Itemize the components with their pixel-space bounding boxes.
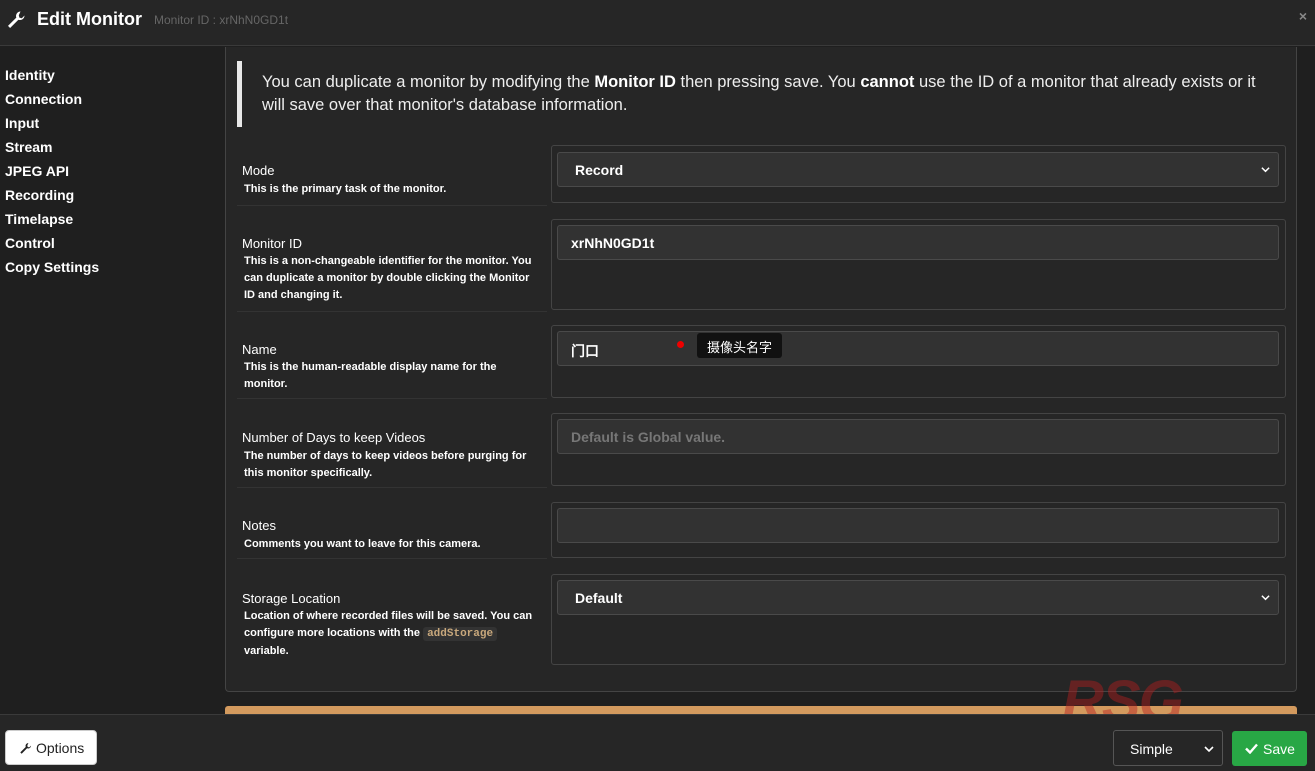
monitor-id-desc: This is a non-changeable identifier for …	[244, 255, 532, 301]
notes-row: Notes Comments you want to leave for thi…	[237, 502, 1286, 559]
storage-desc-text: variable.	[244, 645, 289, 657]
storage-label: Storage Location	[242, 591, 341, 606]
storage-select[interactable]: Default	[557, 580, 1279, 615]
modal-header: Edit Monitor Monitor ID : xrNhN0GD1t ×	[0, 0, 1315, 46]
divider	[237, 487, 547, 488]
mode-row: Mode This is the primary task of the mon…	[237, 145, 1286, 205]
options-button[interactable]: Options	[5, 730, 97, 765]
wrench-icon	[8, 11, 25, 28]
wrench-icon	[20, 742, 32, 754]
duplicate-notice: You can duplicate a monitor by modifying…	[237, 61, 1277, 127]
sidebar-item-copy-settings[interactable]: Copy Settings	[5, 259, 99, 275]
monitor-id-label: Monitor ID	[242, 236, 302, 251]
notes-desc: Comments you want to leave for this came…	[244, 538, 481, 550]
view-mode-select[interactable]: Simple	[1113, 730, 1223, 766]
close-icon[interactable]: ×	[1299, 8, 1307, 24]
save-label: Save	[1263, 741, 1295, 757]
mode-selected-value: Record	[575, 162, 624, 178]
modal-footer: Options Simple Save	[0, 714, 1315, 771]
divider	[237, 398, 547, 399]
sidebar-item-control[interactable]: Control	[5, 235, 55, 251]
notice-bold-monitor-id: Monitor ID	[594, 73, 676, 91]
divider	[237, 311, 547, 312]
mode-label: Mode	[242, 163, 275, 178]
monitor-id-subtitle: Monitor ID : xrNhN0GD1t	[154, 13, 289, 27]
sidebar-item-identity[interactable]: Identity	[5, 67, 55, 83]
days-row: Number of Days to keep Videos The number…	[237, 413, 1286, 487]
sidebar-item-timelapse[interactable]: Timelapse	[5, 211, 73, 227]
sidebar-item-input[interactable]: Input	[5, 115, 39, 131]
identity-panel: You can duplicate a monitor by modifying…	[225, 47, 1297, 692]
options-label: Options	[36, 740, 85, 756]
mode-select[interactable]: Record	[557, 152, 1279, 187]
sidebar-item-connection[interactable]: Connection	[5, 91, 82, 107]
chevron-down-icon	[1261, 167, 1270, 173]
modal-title: Edit Monitor	[37, 9, 142, 29]
notes-textarea[interactable]	[557, 508, 1279, 543]
monitor-id-input[interactable]: xrNhN0GD1t	[557, 225, 1279, 260]
monitor-id-row: Monitor ID This is a non-changeable iden…	[237, 219, 1286, 311]
sidebar-item-stream[interactable]: Stream	[5, 139, 52, 155]
name-tooltip: 摄像头名字	[697, 333, 783, 358]
name-desc: This is the human-readable display name …	[244, 361, 497, 390]
check-icon	[1245, 743, 1258, 754]
notice-text: You can duplicate a monitor by modifying…	[262, 73, 595, 91]
sidebar-item-jpeg-api[interactable]: JPEG API	[5, 163, 69, 179]
sidebar-item-recording[interactable]: Recording	[5, 187, 74, 203]
notice-text: then pressing save. You	[675, 73, 861, 91]
notes-label: Notes	[242, 518, 276, 533]
name-label: Name	[242, 342, 277, 357]
chevron-down-icon	[1204, 746, 1214, 753]
days-desc: The number of days to keep videos before…	[244, 450, 527, 479]
storage-row: Storage Location Location of where recor…	[237, 574, 1286, 666]
addstorage-code: addStorage	[423, 627, 498, 641]
annotation-dot	[677, 341, 684, 348]
divider	[237, 205, 547, 206]
days-label: Number of Days to keep Videos	[242, 430, 426, 445]
storage-desc: Location of where recorded files will be…	[244, 608, 539, 660]
chevron-down-icon	[1261, 595, 1270, 601]
name-input[interactable]: 门口	[557, 331, 1279, 366]
save-button[interactable]: Save	[1232, 731, 1307, 766]
mode-desc: This is the primary task of the monitor.	[244, 183, 447, 195]
storage-selected-value: Default	[575, 590, 623, 606]
view-mode-value: Simple	[1130, 741, 1173, 757]
days-input[interactable]: Default is Global value.	[557, 419, 1279, 454]
notice-bold-cannot: cannot	[860, 73, 915, 91]
divider	[237, 558, 547, 559]
section-nav: Identity Connection Input Stream JPEG AP…	[0, 47, 218, 713]
